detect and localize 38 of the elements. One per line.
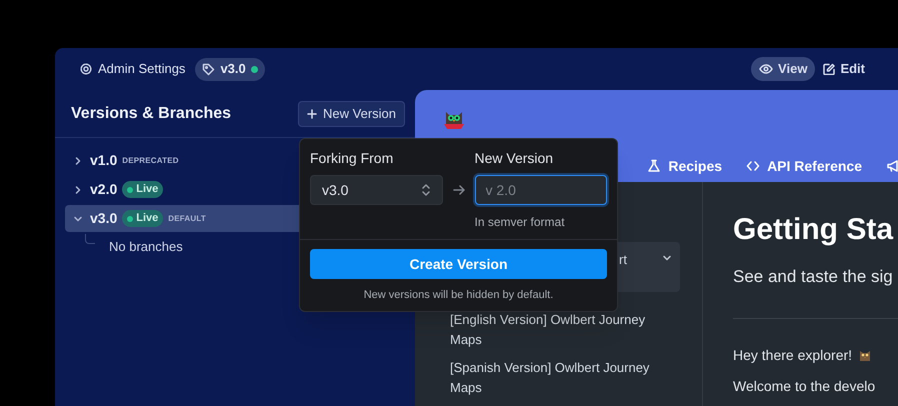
note-text: New versions will be hidden by default.: [364, 288, 554, 303]
version-tag: DEFAULT: [168, 212, 206, 224]
plus-icon: [307, 108, 318, 118]
hint-text: In semver format: [474, 214, 566, 231]
nav-link[interactable]: API Reference: [746, 156, 862, 176]
arrow-right-icon: [452, 184, 464, 196]
version-label: v1.0: [90, 151, 118, 170]
sidebar-item[interactable]: [Spanish Version] Owlbert Journey Maps: [437, 354, 680, 402]
mode-tab[interactable]: Edit: [815, 57, 873, 81]
field-label: Forking From: [310, 149, 394, 168]
page-heading: Getting Sta: [733, 212, 894, 248]
eye-icon: [759, 63, 774, 75]
greeting-text: Hey there explorer!: [733, 346, 852, 365]
version-input[interactable]: v 2.0: [474, 175, 607, 205]
version-select[interactable]: v3.0: [310, 175, 442, 205]
version-tag: DEPRECATED: [122, 154, 179, 166]
page-title: Admin Settings: [98, 60, 186, 78]
body-text: Welcome to the develo: [733, 378, 876, 394]
live-badge: Live: [122, 181, 164, 198]
chevron-right-icon: [73, 156, 83, 166]
panel-title: Versions & Branches: [71, 104, 232, 124]
new-version-button[interactable]: New Version: [298, 100, 405, 126]
version-label: v2.0: [90, 180, 118, 199]
flask-icon: [647, 159, 662, 173]
empty-branches-text: No branches: [109, 238, 183, 256]
live-badge: Live: [122, 210, 164, 227]
megaphone-icon[interactable]: [886, 159, 898, 173]
version-pill[interactable]: v3.0: [195, 58, 265, 80]
chevron-right-icon: [73, 184, 83, 194]
page-subtitle: See and taste the sig: [733, 266, 893, 288]
tag-icon: [202, 62, 216, 76]
field-label: New Version: [474, 149, 554, 168]
nav-link[interactable]: Recipes: [647, 156, 722, 176]
edit-icon: [823, 63, 836, 75]
up-down-icon: [420, 183, 430, 197]
code-icon: [746, 159, 760, 173]
version-label: v3.0: [90, 209, 118, 228]
mode-tab[interactable]: View: [751, 57, 816, 81]
